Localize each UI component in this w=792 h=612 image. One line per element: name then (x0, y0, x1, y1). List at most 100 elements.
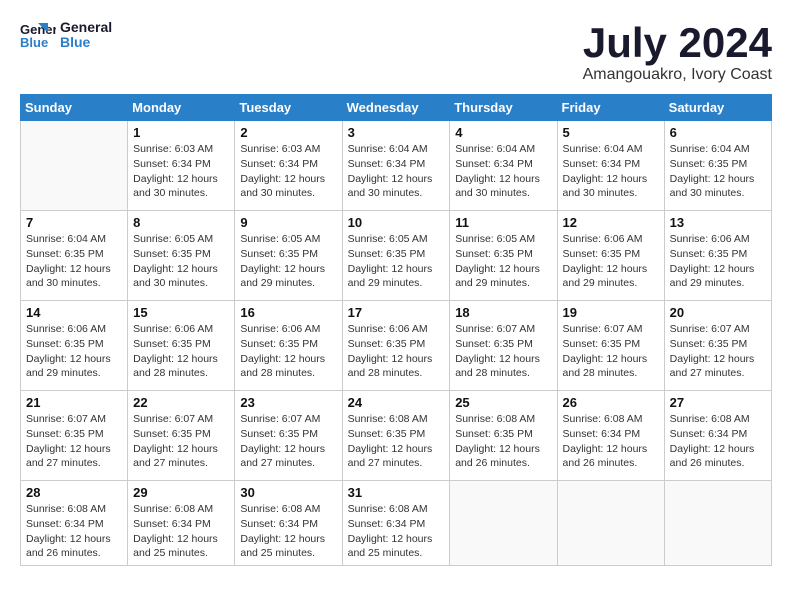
logo-line2: Blue (60, 35, 112, 50)
calendar-cell: 18Sunrise: 6:07 AMSunset: 6:35 PMDayligh… (450, 301, 557, 391)
day-info: Sunrise: 6:08 AMSunset: 6:35 PMDaylight:… (348, 412, 445, 471)
day-info: Sunrise: 6:05 AMSunset: 6:35 PMDaylight:… (133, 232, 229, 291)
calendar-cell: 20 Sunrise: 6:07 AMSunset: 6:35 PMDayligh… (664, 301, 771, 391)
calendar-cell: 25Sunrise: 6:08 AMSunset: 6:35 PMDayligh… (450, 391, 557, 481)
day-number: 27 (670, 395, 766, 410)
day-number: 20 (670, 305, 766, 320)
day-number: 14 (26, 305, 122, 320)
month-title: July 2024 (583, 20, 772, 66)
calendar-cell: 11 Sunrise: 6:05 AMSunset: 6:35 PMDayligh… (450, 211, 557, 301)
day-info: Sunrise: 6:05 AMSunset: 6:35 PMDaylight:… (348, 232, 445, 291)
calendar-cell: 8 Sunrise: 6:05 AMSunset: 6:35 PMDaylight… (128, 211, 235, 301)
day-number: 21 (26, 395, 122, 410)
day-header-saturday: Saturday (664, 95, 771, 121)
logo: General Blue General Blue (20, 20, 112, 51)
calendar-cell: 2 Sunrise: 6:03 AMSunset: 6:34 PMDaylight… (235, 121, 342, 211)
day-number: 7 (26, 215, 122, 230)
day-number: 13 (670, 215, 766, 230)
day-number: 23 (240, 395, 336, 410)
day-number: 11 (455, 215, 551, 230)
day-number: 6 (670, 125, 766, 140)
day-number: 4 (455, 125, 551, 140)
calendar: SundayMondayTuesdayWednesdayThursdayFrid… (20, 94, 772, 566)
calendar-cell: 26Sunrise: 6:08 AMSunset: 6:34 PMDayligh… (557, 391, 664, 481)
day-info: Sunrise: 6:08 AMSunset: 6:34 PMDaylight:… (348, 502, 445, 561)
day-info: Sunrise: 6:03 AMSunset: 6:34 PMDaylight:… (133, 142, 229, 201)
day-number: 30 (240, 485, 336, 500)
day-info: Sunrise: 6:04 AMSunset: 6:34 PMDaylight:… (563, 142, 659, 201)
calendar-cell: 24Sunrise: 6:08 AMSunset: 6:35 PMDayligh… (342, 391, 450, 481)
day-info: Sunrise: 6:07 AMSunset: 6:35 PMDaylight:… (670, 322, 766, 381)
day-number: 3 (348, 125, 445, 140)
calendar-header-row: SundayMondayTuesdayWednesdayThursdayFrid… (21, 95, 772, 121)
day-number: 19 (563, 305, 659, 320)
day-number: 25 (455, 395, 551, 410)
calendar-cell: 27 Sunrise: 6:08 AMSunset: 6:34 PMDayligh… (664, 391, 771, 481)
calendar-cell: 21 Sunrise: 6:07 AMSunset: 6:35 PMDayligh… (21, 391, 128, 481)
location-title: Amangouakro, Ivory Coast (583, 66, 772, 84)
day-info: Sunrise: 6:03 AMSunset: 6:34 PMDaylight:… (240, 142, 336, 201)
calendar-cell: 10 Sunrise: 6:05 AMSunset: 6:35 PMDayligh… (342, 211, 450, 301)
day-number: 22 (133, 395, 229, 410)
day-number: 28 (26, 485, 122, 500)
day-number: 2 (240, 125, 336, 140)
calendar-cell: 17 Sunrise: 6:06 AMSunset: 6:35 PMDayligh… (342, 301, 450, 391)
logo-line1: General (60, 20, 112, 35)
calendar-week-4: 21 Sunrise: 6:07 AMSunset: 6:35 PMDayligh… (21, 391, 772, 481)
day-info: Sunrise: 6:05 AMSunset: 6:35 PMDaylight:… (240, 232, 336, 291)
calendar-cell: 22 Sunrise: 6:07 AMSunset: 6:35 PMDayligh… (128, 391, 235, 481)
day-info: Sunrise: 6:08 AMSunset: 6:34 PMDaylight:… (26, 502, 122, 561)
day-info: Sunrise: 6:06 AMSunset: 6:35 PMDaylight:… (670, 232, 766, 291)
day-header-tuesday: Tuesday (235, 95, 342, 121)
day-number: 29 (133, 485, 229, 500)
day-number: 31 (348, 485, 445, 500)
day-number: 16 (240, 305, 336, 320)
calendar-cell: 12Sunrise: 6:06 AMSunset: 6:35 PMDayligh… (557, 211, 664, 301)
calendar-cell: 9 Sunrise: 6:05 AMSunset: 6:35 PMDaylight… (235, 211, 342, 301)
calendar-cell: 13 Sunrise: 6:06 AMSunset: 6:35 PMDayligh… (664, 211, 771, 301)
day-info: Sunrise: 6:08 AMSunset: 6:34 PMDaylight:… (563, 412, 659, 471)
day-number: 5 (563, 125, 659, 140)
day-header-sunday: Sunday (21, 95, 128, 121)
calendar-cell (21, 121, 128, 211)
day-info: Sunrise: 6:07 AMSunset: 6:35 PMDaylight:… (26, 412, 122, 471)
day-info: Sunrise: 6:06 AMSunset: 6:35 PMDaylight:… (240, 322, 336, 381)
calendar-cell: 30Sunrise: 6:08 AMSunset: 6:34 PMDayligh… (235, 481, 342, 566)
day-info: Sunrise: 6:04 AMSunset: 6:34 PMDaylight:… (455, 142, 551, 201)
day-header-friday: Friday (557, 95, 664, 121)
day-header-wednesday: Wednesday (342, 95, 450, 121)
calendar-cell (664, 481, 771, 566)
day-info: Sunrise: 6:06 AMSunset: 6:35 PMDaylight:… (348, 322, 445, 381)
day-number: 12 (563, 215, 659, 230)
calendar-cell: 23 Sunrise: 6:07 AMSunset: 6:35 PMDayligh… (235, 391, 342, 481)
day-info: Sunrise: 6:04 AMSunset: 6:34 PMDaylight:… (348, 142, 445, 201)
calendar-cell (450, 481, 557, 566)
svg-text:Blue: Blue (20, 35, 48, 50)
day-info: Sunrise: 6:07 AMSunset: 6:35 PMDaylight:… (455, 322, 551, 381)
day-info: Sunrise: 6:07 AMSunset: 6:35 PMDaylight:… (563, 322, 659, 381)
day-info: Sunrise: 6:06 AMSunset: 6:35 PMDaylight:… (133, 322, 229, 381)
header: General Blue General Blue July 2024 Aman… (20, 20, 772, 84)
calendar-cell: 28 Sunrise: 6:08 AMSunset: 6:34 PMDayligh… (21, 481, 128, 566)
day-info: Sunrise: 6:08 AMSunset: 6:34 PMDaylight:… (133, 502, 229, 561)
day-info: Sunrise: 6:05 AMSunset: 6:35 PMDaylight:… (455, 232, 551, 291)
calendar-cell: 16 Sunrise: 6:06 AMSunset: 6:35 PMDayligh… (235, 301, 342, 391)
day-number: 15 (133, 305, 229, 320)
day-info: Sunrise: 6:04 AMSunset: 6:35 PMDaylight:… (670, 142, 766, 201)
day-number: 17 (348, 305, 445, 320)
day-number: 10 (348, 215, 445, 230)
day-header-thursday: Thursday (450, 95, 557, 121)
calendar-week-5: 28 Sunrise: 6:08 AMSunset: 6:34 PMDayligh… (21, 481, 772, 566)
title-area: July 2024 Amangouakro, Ivory Coast (583, 20, 772, 84)
day-number: 1 (133, 125, 229, 140)
day-info: Sunrise: 6:07 AMSunset: 6:35 PMDaylight:… (133, 412, 229, 471)
calendar-cell: 19 Sunrise: 6:07 AMSunset: 6:35 PMDayligh… (557, 301, 664, 391)
day-number: 9 (240, 215, 336, 230)
calendar-cell: 4 Sunrise: 6:04 AMSunset: 6:34 PMDaylight… (450, 121, 557, 211)
day-info: Sunrise: 6:04 AMSunset: 6:35 PMDaylight:… (26, 232, 122, 291)
calendar-week-3: 14 Sunrise: 6:06 AMSunset: 6:35 PMDayligh… (21, 301, 772, 391)
day-info: Sunrise: 6:08 AMSunset: 6:34 PMDaylight:… (670, 412, 766, 471)
day-number: 8 (133, 215, 229, 230)
day-info: Sunrise: 6:07 AMSunset: 6:35 PMDaylight:… (240, 412, 336, 471)
calendar-week-2: 7 Sunrise: 6:04 AMSunset: 6:35 PMDaylight… (21, 211, 772, 301)
